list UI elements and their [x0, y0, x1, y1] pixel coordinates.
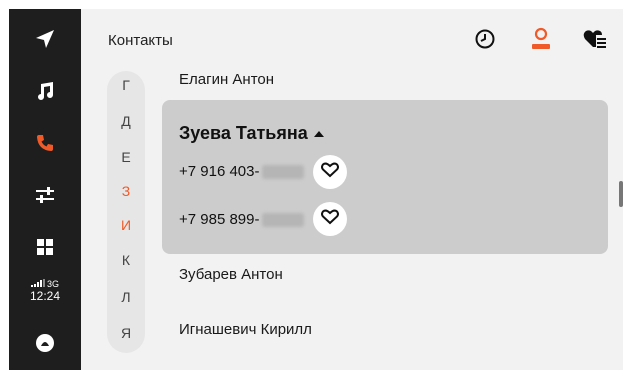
phone-number-text: +7 985 899- — [179, 211, 260, 228]
phone-number-text: +7 916 403- — [179, 163, 260, 180]
clock: 12:24 — [29, 289, 61, 303]
contact-list-item[interactable]: Елагин Антон — [179, 71, 274, 88]
index-letter-active[interactable]: И — [107, 217, 145, 233]
heart-icon — [321, 209, 339, 230]
history-button[interactable] — [472, 28, 498, 54]
phone-number-2[interactable]: +7 985 899- — [179, 211, 304, 228]
contact-list-item[interactable]: Игнашевич Кирилл — [179, 321, 312, 338]
music-button[interactable] — [9, 75, 81, 111]
expanded-contact-card: Зуева Татьяна +7 916 403- +7 985 899- — [162, 100, 608, 254]
main-panel: Контакты Г Д Е З И К Л Я Елагин Антон Зу… — [81, 9, 623, 370]
index-letter[interactable]: Д — [107, 113, 145, 129]
sidebar: 3G 12:24 — [9, 9, 81, 370]
phone-icon — [35, 133, 55, 158]
contact-name-text: Зуева Татьяна — [179, 123, 308, 143]
heart-icon — [321, 162, 339, 183]
collapse-arrow-icon[interactable] — [313, 123, 325, 143]
settings-sliders-icon — [34, 185, 56, 210]
navigation-arrow-icon — [34, 28, 56, 55]
assistant-button[interactable] — [9, 327, 81, 363]
index-letter[interactable]: Я — [107, 325, 145, 341]
apps-button[interactable] — [9, 231, 81, 267]
index-letter[interactable]: К — [107, 252, 145, 268]
favorite-button[interactable] — [313, 202, 347, 236]
contacts-person-icon — [530, 27, 552, 56]
redacted-digits — [261, 212, 304, 227]
favorites-button[interactable] — [582, 28, 608, 54]
contact-name[interactable]: Зуева Татьяна — [179, 123, 325, 144]
alphabet-index[interactable]: Г Д Е З И К Л Я — [107, 71, 145, 353]
settings-button[interactable] — [9, 179, 81, 215]
header: Контакты — [81, 9, 623, 71]
history-clock-icon — [474, 28, 496, 55]
navigation-button[interactable] — [9, 23, 81, 59]
contact-list-item[interactable]: Зубарев Антон — [179, 266, 283, 283]
favorite-button[interactable] — [313, 155, 347, 189]
phone-button[interactable] — [9, 127, 81, 163]
index-letter[interactable]: Г — [107, 77, 145, 93]
music-note-icon — [35, 80, 55, 107]
index-letter[interactable]: Е — [107, 149, 145, 165]
apps-grid-icon — [36, 238, 54, 261]
index-letter[interactable]: Л — [107, 289, 145, 305]
signal-bars-icon — [30, 279, 45, 289]
signal-indicator: 3G — [9, 279, 81, 289]
favorites-list-icon — [583, 28, 607, 55]
status-area: 3G 12:24 — [9, 279, 81, 303]
alice-assistant-icon — [35, 333, 55, 358]
network-type: 3G — [46, 279, 59, 289]
contacts-tab-button[interactable] — [528, 27, 554, 56]
scroll-indicator[interactable] — [619, 181, 623, 207]
redacted-digits — [261, 164, 304, 179]
page-title: Контакты — [108, 32, 173, 49]
phone-number-1[interactable]: +7 916 403- — [179, 163, 304, 180]
index-letter-active[interactable]: З — [107, 183, 145, 199]
